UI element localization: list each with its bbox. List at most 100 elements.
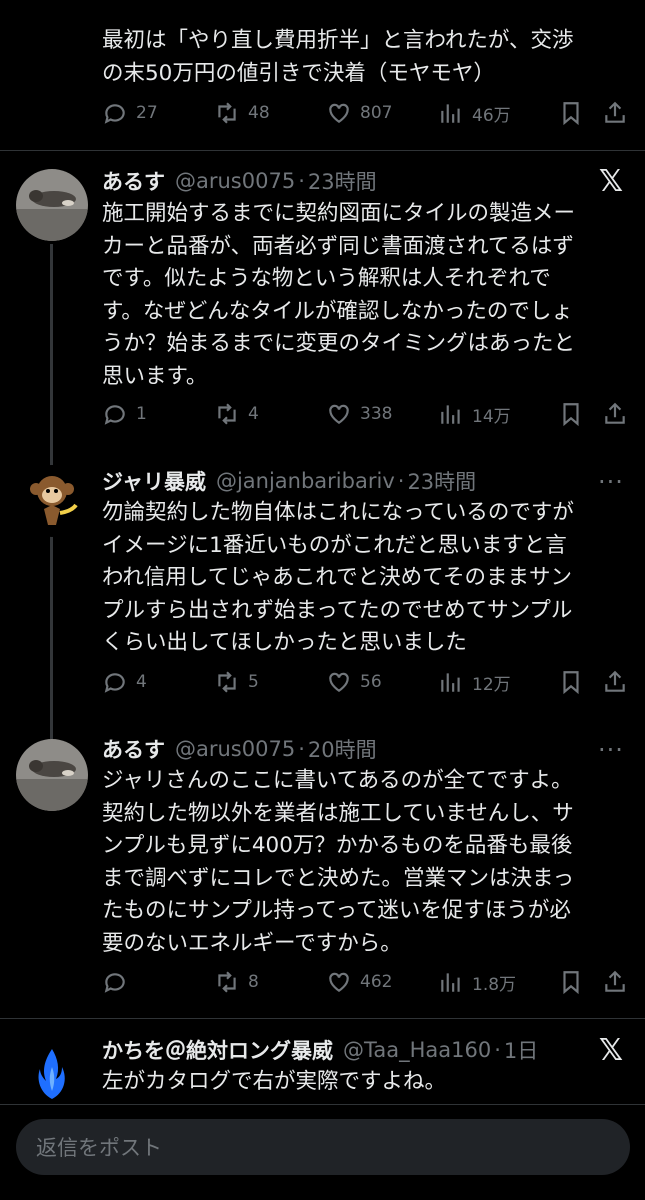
like-icon: [329, 103, 349, 123]
views-count: 14万: [472, 406, 511, 427]
like-icon: [329, 404, 349, 424]
tweet-header: かちを＠絶対ロング暴威 @Taa_Haa160 · 1日: [102, 1033, 575, 1067]
retweet-button[interactable]: 5: [214, 669, 326, 695]
share-button[interactable]: [602, 969, 632, 995]
tweet-header: あるす @arus0075 · 20時間: [102, 732, 575, 766]
user-handle[interactable]: @Taa_Haa160: [343, 1038, 491, 1062]
like-icon: [329, 672, 349, 692]
reply-icon: [104, 405, 125, 425]
user-handle[interactable]: @janjanbaribariv: [216, 469, 395, 493]
reply-icon: [104, 104, 125, 124]
x-logo-icon: 𝕏: [598, 1032, 624, 1068]
avatar[interactable]: [16, 465, 88, 537]
tweet-text: ジャリさんのここに書いてあるのが全てですよ。 契約した物以外を業者は施工していま…: [102, 768, 575, 956]
views-button[interactable]: 46万: [438, 100, 558, 126]
more-icon: ···: [598, 736, 624, 764]
timestamp[interactable]: 23時間: [308, 166, 377, 196]
like-button[interactable]: 807: [326, 100, 438, 126]
views-icon: [441, 673, 460, 692]
tweet-text: 最初は「やり直し費用折半」と言われたが、交渉 の末50万円の値引きで決着（モヤモ…: [102, 28, 574, 86]
like-button[interactable]: 56: [326, 669, 438, 695]
reply-count: 1: [136, 404, 147, 424]
avatar[interactable]: [16, 1037, 88, 1104]
share-icon: [605, 970, 625, 992]
reply-count: 27: [136, 103, 158, 123]
reply-button[interactable]: 4: [102, 669, 214, 695]
more-options-button[interactable]: ···: [593, 732, 629, 768]
retweet-icon: [218, 403, 236, 425]
share-icon: [605, 670, 625, 692]
retweet-count: 5: [248, 672, 259, 692]
tweet-actions: 4 5 56 12万: [102, 665, 632, 699]
reply-input[interactable]: 返信をポスト: [16, 1119, 630, 1175]
reply-button[interactable]: 1: [102, 401, 214, 427]
tweet-actions: 27 48 807 46万: [102, 96, 632, 130]
tweet-header: ジャリ暴威 @janjanbaribariv · 23時間: [102, 464, 575, 498]
timestamp[interactable]: 23時間: [407, 466, 476, 496]
like-count: 338: [360, 404, 393, 424]
views-count: 12万: [472, 674, 511, 695]
display-name[interactable]: ジャリ暴威: [102, 466, 206, 496]
display-name[interactable]: あるす: [102, 734, 165, 764]
bookmark-button[interactable]: [558, 669, 602, 695]
tweet-card[interactable]: ジャリ暴威 @janjanbaribariv · 23時間 ··· 勿論契約した…: [0, 449, 645, 721]
share-button[interactable]: [602, 401, 632, 427]
like-count: 56: [360, 672, 382, 692]
retweet-button[interactable]: 8: [214, 969, 326, 995]
header-separator: ·: [298, 169, 305, 193]
share-button[interactable]: [602, 100, 632, 126]
x-logo-icon: 𝕏: [598, 163, 624, 199]
header-separator: ·: [298, 737, 305, 761]
share-icon: [605, 402, 625, 424]
x-logo-button[interactable]: 𝕏: [593, 1032, 629, 1068]
timestamp[interactable]: 20時間: [308, 734, 377, 764]
views-count: 1.8万: [472, 974, 517, 995]
reply-placeholder: 返信をポスト: [36, 1136, 162, 1160]
avatar[interactable]: [16, 169, 88, 241]
timestamp[interactable]: 1日: [504, 1035, 538, 1065]
bookmark-icon: [563, 403, 579, 427]
views-count: 46万: [472, 105, 511, 126]
more-options-button[interactable]: ···: [593, 464, 629, 500]
share-icon: [605, 101, 625, 123]
reply-button[interactable]: [102, 969, 214, 995]
header-separator: ·: [494, 1038, 501, 1062]
reply-icon: [104, 673, 125, 693]
tweet-actions: 1 4 338 14万: [102, 397, 632, 431]
like-button[interactable]: 462: [326, 969, 438, 995]
display-name[interactable]: あるす: [102, 166, 165, 196]
tweet-card[interactable]: あるす @arus0075 · 20時間 ··· ジャリさんのここに書いてあるの…: [0, 721, 645, 1018]
avatar[interactable]: [16, 739, 88, 811]
views-button[interactable]: 14万: [438, 401, 558, 427]
user-handle[interactable]: @arus0075: [175, 169, 295, 193]
x-logo-button[interactable]: 𝕏: [593, 163, 629, 199]
bookmark-icon: [563, 671, 579, 695]
tweet-card[interactable]: あるす @arus0075 · 23時間 𝕏 施工開始するまでに契約図面にタイル…: [0, 151, 645, 449]
share-button[interactable]: [602, 669, 632, 695]
views-button[interactable]: 1.8万: [438, 969, 558, 995]
retweet-icon: [218, 971, 236, 993]
bookmark-button[interactable]: [558, 401, 602, 427]
retweet-button[interactable]: 4: [214, 401, 326, 427]
reply-button[interactable]: 27: [102, 100, 214, 126]
like-count: 462: [360, 972, 393, 992]
tweet-card[interactable]: 最初は「やり直し費用折半」と言われたが、交渉 の末50万円の値引きで決着（モヤモ…: [0, 0, 645, 150]
views-icon: [441, 104, 460, 123]
like-button[interactable]: 338: [326, 401, 438, 427]
retweet-count: 8: [248, 972, 259, 992]
tweet-text: 施工開始するまでに契約図面にタイルの製造メー カーと品番が、両者必ず同じ書面渡さ…: [102, 201, 576, 389]
header-separator: ·: [397, 469, 405, 493]
display-name[interactable]: かちを＠絶対ロング暴威: [102, 1035, 333, 1065]
more-icon: ···: [598, 468, 624, 496]
tweet-text: 左がカタログで右が実際ですよね。: [102, 1069, 447, 1094]
retweet-button[interactable]: 48: [214, 100, 326, 126]
bookmark-button[interactable]: [558, 969, 602, 995]
bookmark-button[interactable]: [558, 100, 602, 126]
tweet-card[interactable]: かちを＠絶対ロング暴威 @Taa_Haa160 · 1日 𝕏 左がカタログで右が…: [0, 1019, 645, 1104]
reply-composer: 返信をポスト: [0, 1104, 645, 1200]
views-icon: [441, 405, 460, 424]
user-handle[interactable]: @arus0075: [175, 737, 295, 761]
views-button[interactable]: 12万: [438, 669, 558, 695]
like-icon: [329, 972, 349, 992]
reply-icon: [104, 973, 125, 993]
